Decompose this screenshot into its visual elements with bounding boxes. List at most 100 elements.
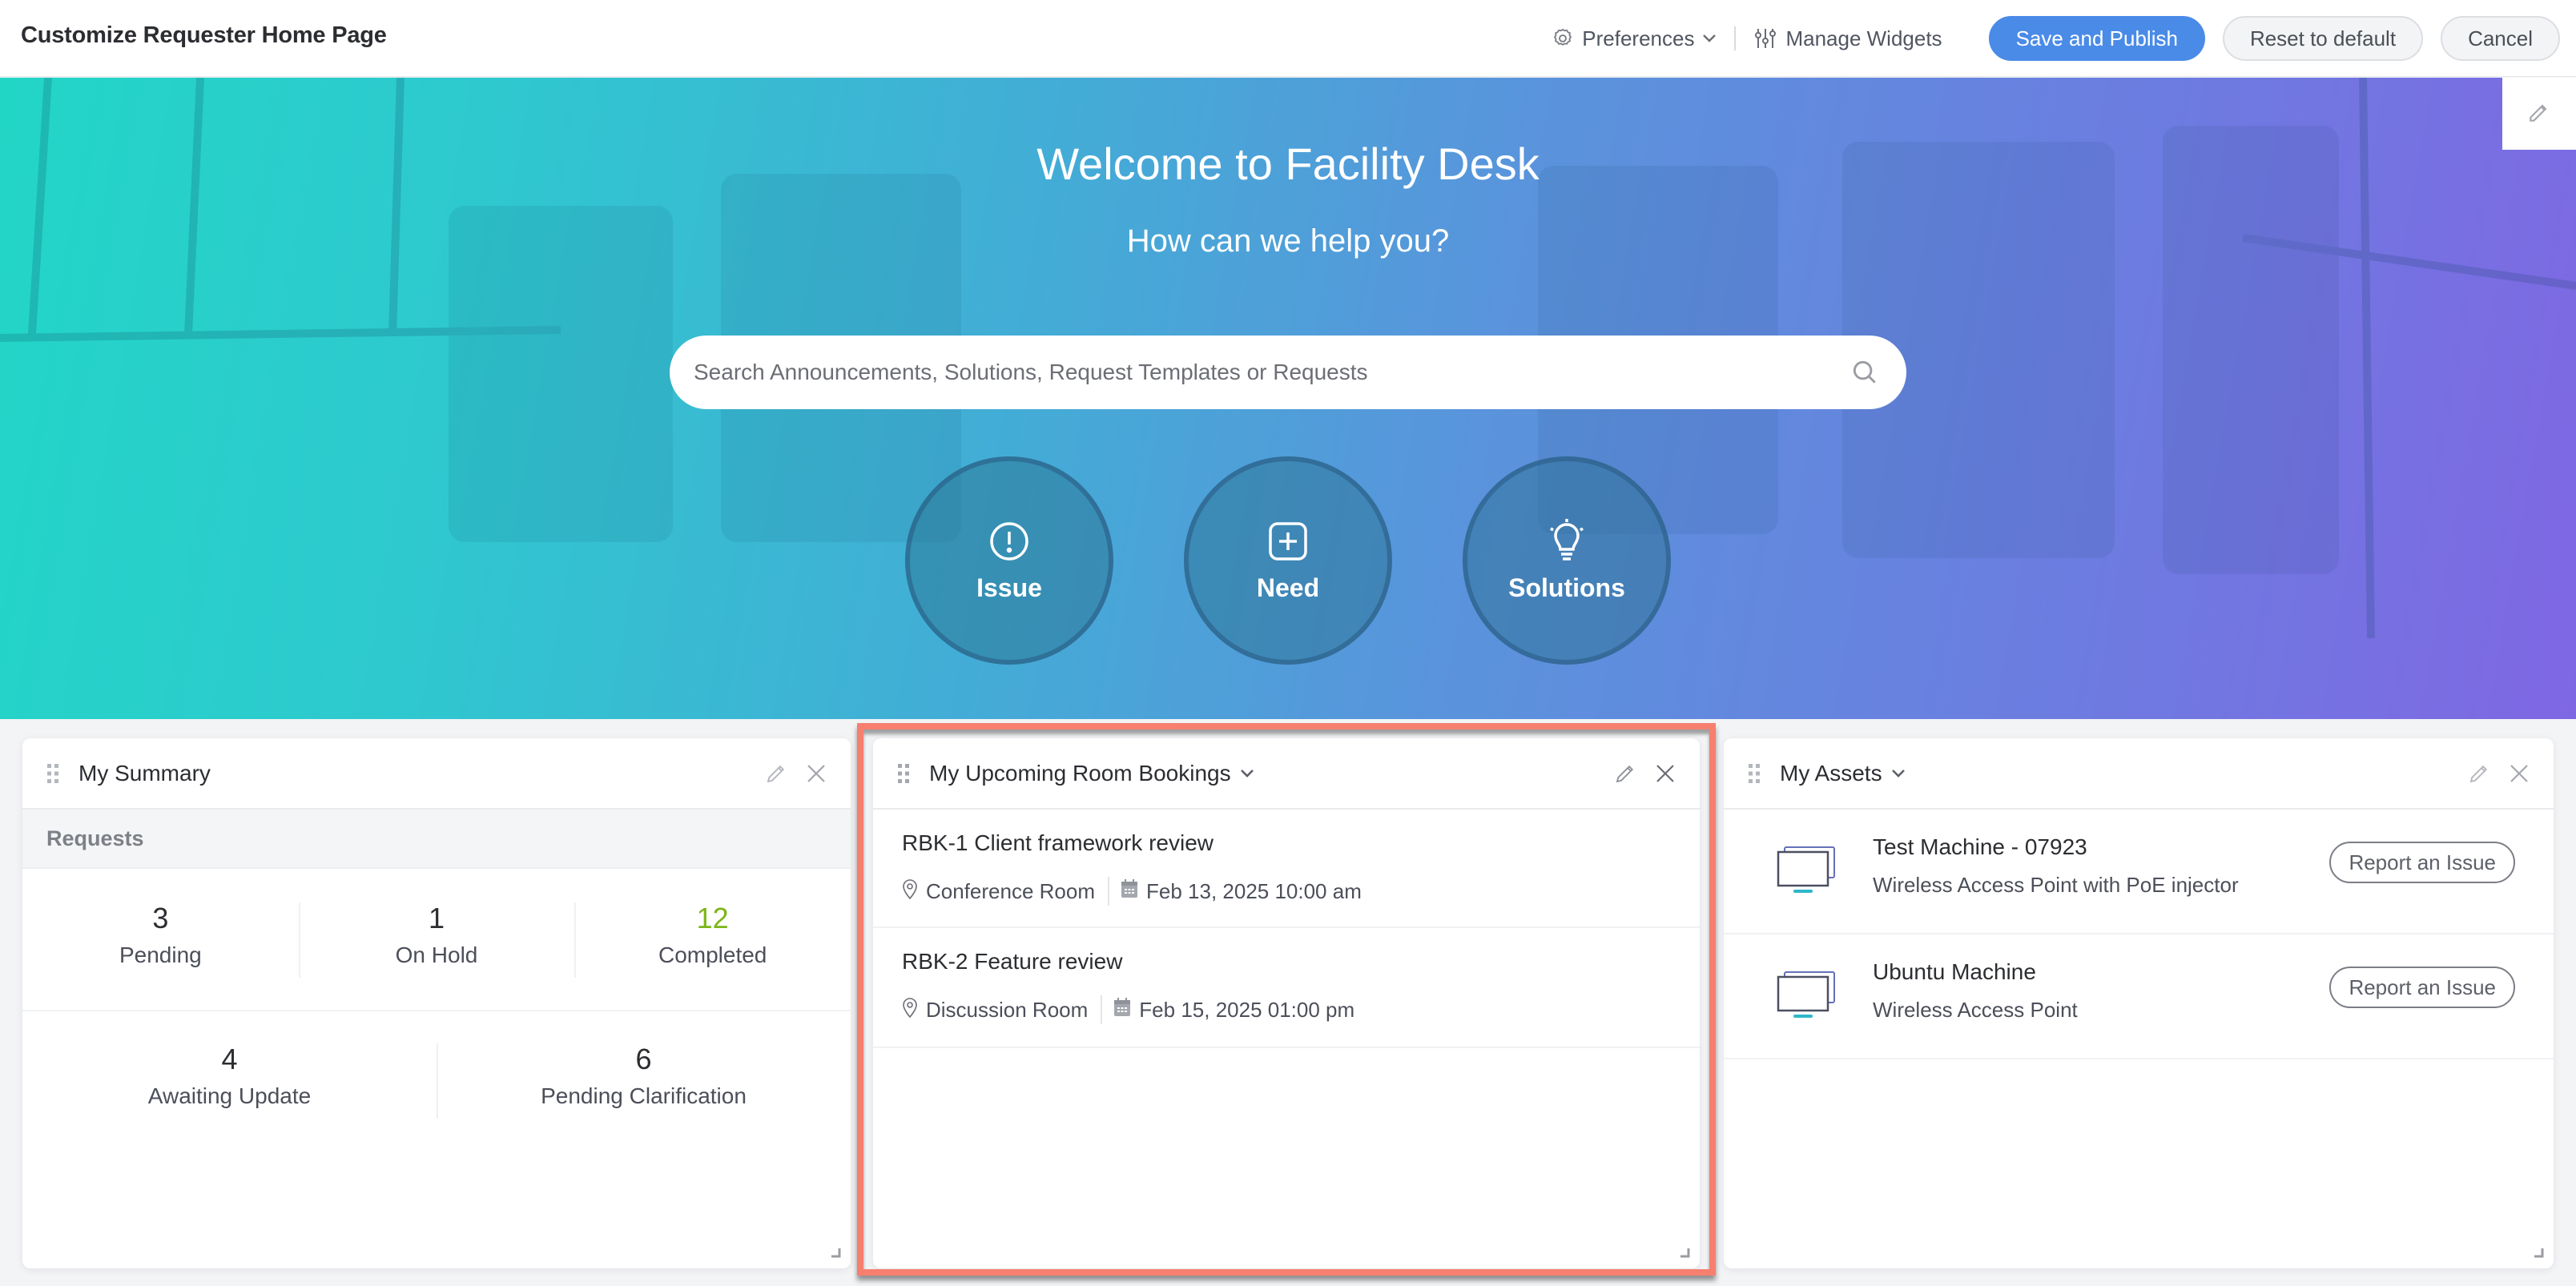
stat-value: 4 xyxy=(221,1043,238,1075)
summary-stats-row: 3 Pending 1 On Hold 12 Completed xyxy=(22,869,851,1011)
location-pin-icon xyxy=(902,878,918,905)
cancel-button[interactable]: Cancel xyxy=(2441,16,2560,61)
widget-title: My Assets xyxy=(1780,760,1882,786)
my-summary-widget: My Summary Requests 3 Pending 1 On Hold … xyxy=(22,738,851,1268)
divider xyxy=(1101,995,1103,1024)
booking-item: RBK-1 Client framework review Conference… xyxy=(873,810,1700,928)
exclamation-circle-icon xyxy=(988,519,1030,564)
gear-icon xyxy=(1552,27,1574,50)
booking-datetime: Feb 15, 2025 01:00 pm xyxy=(1113,997,1355,1023)
booking-room: Conference Room xyxy=(902,878,1095,905)
sliders-icon xyxy=(1753,26,1777,50)
monitor-icon xyxy=(1777,845,1837,894)
divider xyxy=(1108,877,1109,906)
widget-actions xyxy=(2467,762,2531,786)
search-input[interactable] xyxy=(694,360,1847,385)
chevron-down-icon xyxy=(1702,34,1717,43)
summary-stats-row: 4 Awaiting Update 6 Pending Clarificatio… xyxy=(22,1011,851,1154)
booking-room: Discussion Room xyxy=(902,997,1088,1023)
stat-label: Pending xyxy=(119,942,202,967)
stat-pending-clarification[interactable]: 6 Pending Clarification xyxy=(437,1043,851,1119)
room-name: Discussion Room xyxy=(926,997,1089,1022)
my-assets-widget: My Assets Test Machine - 07923 Wireless … xyxy=(1724,738,2554,1268)
widget-header: My Assets xyxy=(1724,738,2554,810)
hero-title: Welcome to Facility Desk xyxy=(1036,139,1540,189)
booking-title[interactable]: RBK-1 Client framework review xyxy=(902,810,1214,856)
lightbulb-icon xyxy=(1546,518,1588,564)
asset-details: Test Machine - 07923 Wireless Access Poi… xyxy=(1873,834,2329,898)
widget-actions xyxy=(1613,762,1677,786)
manage-widgets-label: Manage Widgets xyxy=(1785,26,1942,50)
drag-handle-icon[interactable] xyxy=(46,763,59,784)
resize-handle-icon[interactable] xyxy=(2534,1248,2544,1258)
widget-title: My Upcoming Room Bookings xyxy=(929,760,1231,786)
page-title: Customize Requester Home Page xyxy=(21,22,387,48)
edit-widget-pencil-icon[interactable] xyxy=(764,762,788,786)
stat-completed[interactable]: 12 Completed xyxy=(574,902,851,978)
asset-name[interactable]: Ubuntu Machine xyxy=(1873,959,2329,985)
quick-link-issue[interactable]: Issue xyxy=(905,456,1113,665)
widget-actions xyxy=(764,762,828,786)
chevron-down-icon[interactable] xyxy=(1239,768,1255,779)
widget-header: My Upcoming Room Bookings xyxy=(873,738,1700,810)
stat-label: On Hold xyxy=(395,942,478,967)
search-icon[interactable] xyxy=(1847,355,1882,390)
save-and-publish-button[interactable]: Save and Publish xyxy=(1988,16,2205,61)
asset-item: Test Machine - 07923 Wireless Access Poi… xyxy=(1724,810,2554,934)
preferences-dropdown[interactable]: Preferences xyxy=(1552,26,1717,51)
quick-link-solutions[interactable]: Solutions xyxy=(1463,456,1671,665)
hero-subtitle: How can we help you? xyxy=(1126,223,1450,259)
edit-widget-pencil-icon[interactable] xyxy=(1613,762,1637,786)
drag-handle-icon[interactable] xyxy=(897,763,910,784)
quick-link-label: Solutions xyxy=(1508,573,1625,602)
stat-pending[interactable]: 3 Pending xyxy=(22,902,299,978)
divider xyxy=(1734,26,1737,50)
calendar-icon xyxy=(1121,878,1138,904)
edit-widget-pencil-icon[interactable] xyxy=(2467,762,2491,786)
chevron-down-icon[interactable] xyxy=(1890,768,1906,779)
stat-label: Completed xyxy=(658,942,767,967)
preferences-label: Preferences xyxy=(1582,26,1695,50)
asset-type: Wireless Access Point xyxy=(1873,997,2078,1022)
booking-item: RBK-2 Feature review Discussion Room Feb… xyxy=(873,928,1700,1048)
resize-handle-icon[interactable] xyxy=(1680,1248,1690,1258)
stat-awaiting-update[interactable]: 4 Awaiting Update xyxy=(22,1043,437,1119)
assets-list: Test Machine - 07923 Wireless Access Poi… xyxy=(1724,810,2554,1059)
quick-links: Issue Need Solutions xyxy=(0,456,2576,665)
asset-type: Wireless Access Point with PoE injector xyxy=(1873,872,2239,897)
calendar-icon xyxy=(1113,997,1131,1023)
location-pin-icon xyxy=(902,997,918,1023)
pencil-icon xyxy=(2526,99,2552,129)
booking-meta: Conference Room Feb 13, 2025 10:00 am xyxy=(902,877,1671,906)
resize-handle-icon[interactable] xyxy=(831,1248,841,1258)
monitor-icon xyxy=(1777,970,1837,1019)
quick-link-need[interactable]: Need xyxy=(1184,456,1392,665)
top-bar: Customize Requester Home Page Preference… xyxy=(0,0,2576,77)
widget-header: My Summary xyxy=(22,738,851,810)
asset-name[interactable]: Test Machine - 07923 xyxy=(1873,834,2329,860)
report-an-issue-button[interactable]: Report an Issue xyxy=(2329,967,2515,1008)
stat-value: 12 xyxy=(696,902,729,934)
quick-link-label: Need xyxy=(1256,573,1320,602)
stat-on-hold[interactable]: 1 On Hold xyxy=(298,902,575,978)
upcoming-room-bookings-widget: My Upcoming Room Bookings RBK-1 Client f… xyxy=(873,738,1700,1268)
close-widget-icon[interactable] xyxy=(2507,762,2531,786)
stat-label: Pending Clarification xyxy=(541,1083,747,1108)
booking-date: Feb 13, 2025 10:00 am xyxy=(1146,878,1362,903)
bookings-list: RBK-1 Client framework review Conference… xyxy=(873,810,1700,1048)
report-an-issue-button[interactable]: Report an Issue xyxy=(2329,842,2515,883)
search-bar xyxy=(670,336,1906,409)
reset-to-default-button[interactable]: Reset to default xyxy=(2222,16,2424,61)
manage-widgets-button[interactable]: Manage Widgets xyxy=(1753,26,1942,51)
stat-value: 3 xyxy=(152,902,169,934)
booking-date: Feb 15, 2025 01:00 pm xyxy=(1139,997,1355,1022)
booking-title[interactable]: RBK-2 Feature review xyxy=(902,928,1122,975)
close-widget-icon[interactable] xyxy=(804,762,828,786)
drag-handle-icon[interactable] xyxy=(1748,763,1761,784)
close-widget-icon[interactable] xyxy=(1653,762,1677,786)
room-name: Conference Room xyxy=(926,878,1095,903)
quick-link-label: Issue xyxy=(976,573,1042,602)
plus-square-icon xyxy=(1267,519,1309,564)
booking-meta: Discussion Room Feb 15, 2025 01:00 pm xyxy=(902,995,1671,1024)
top-actions: Preferences Manage Widgets Save and Publ… xyxy=(1552,14,2560,62)
